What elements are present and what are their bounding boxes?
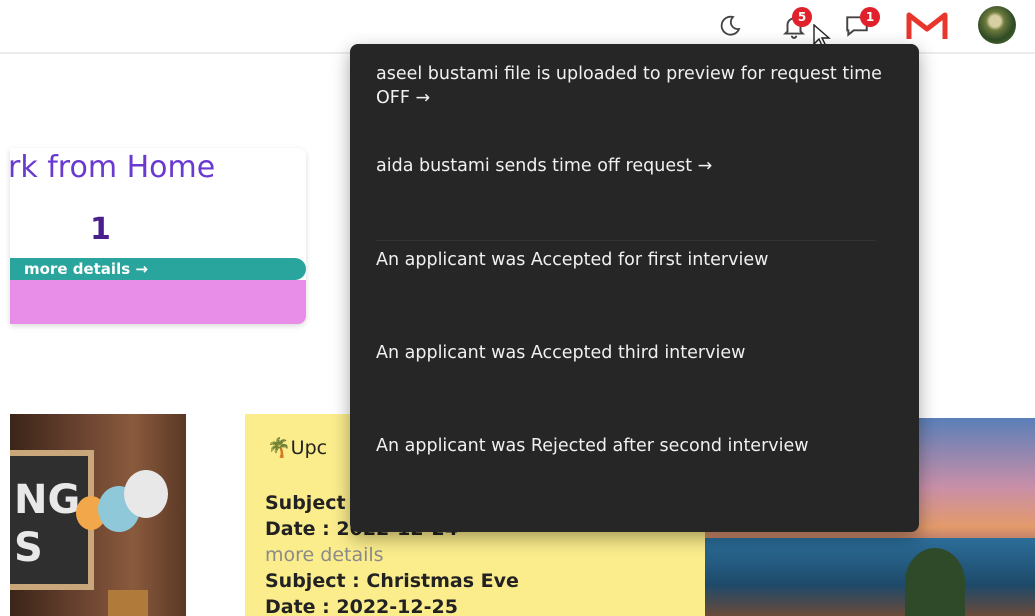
event-subject: Subject [265,492,346,514]
mail-button[interactable] [904,10,950,42]
messages-button[interactable]: 1 [840,7,880,42]
moon-icon [720,15,741,36]
holiday-photo: NG S [10,414,186,616]
messages-count-badge: 1 [860,7,880,27]
gift-box [108,590,148,616]
gmail-icon [906,12,948,39]
page: 5 1 rk from Home 1 more details → NG S 🌴… [0,0,1035,616]
notification-item[interactable]: An applicant was Accepted for first inte… [376,248,896,272]
card-footer [10,280,306,324]
notification-item[interactable]: aida bustami sends time off request → [376,154,896,178]
card-count: 1 [90,212,111,247]
notification-item[interactable]: aseel bustami file is uploaded to previe… [376,62,896,110]
notifications-dropdown: aseel bustami file is uploaded to previe… [350,44,919,532]
events-title: 🌴Upc [267,437,328,459]
event-subject: Subject : Christmas Eve [265,570,519,592]
notification-item[interactable]: An applicant was Rejected after second i… [376,434,896,458]
balloon [124,470,168,518]
palm-trees [905,548,965,616]
avatar[interactable] [978,6,1016,44]
event-date: Date : 2022-12-25 [265,596,458,616]
card-title: rk from Home [10,150,216,185]
theme-toggle[interactable] [716,10,744,42]
work-from-home-card: rk from Home 1 more details → [10,148,306,324]
more-details-link[interactable]: more details → [10,258,306,280]
chalkboard-text: NG S [14,477,81,571]
divider [376,240,876,241]
event-more-details-link[interactable]: more details [265,544,384,566]
notifications-button[interactable]: 5 [778,7,812,42]
notification-item[interactable]: An applicant was Accepted third intervie… [376,341,896,365]
palm-tree-icon: 🌴 [267,437,291,459]
pool [705,538,1035,616]
notifications-count-badge: 5 [792,7,812,27]
